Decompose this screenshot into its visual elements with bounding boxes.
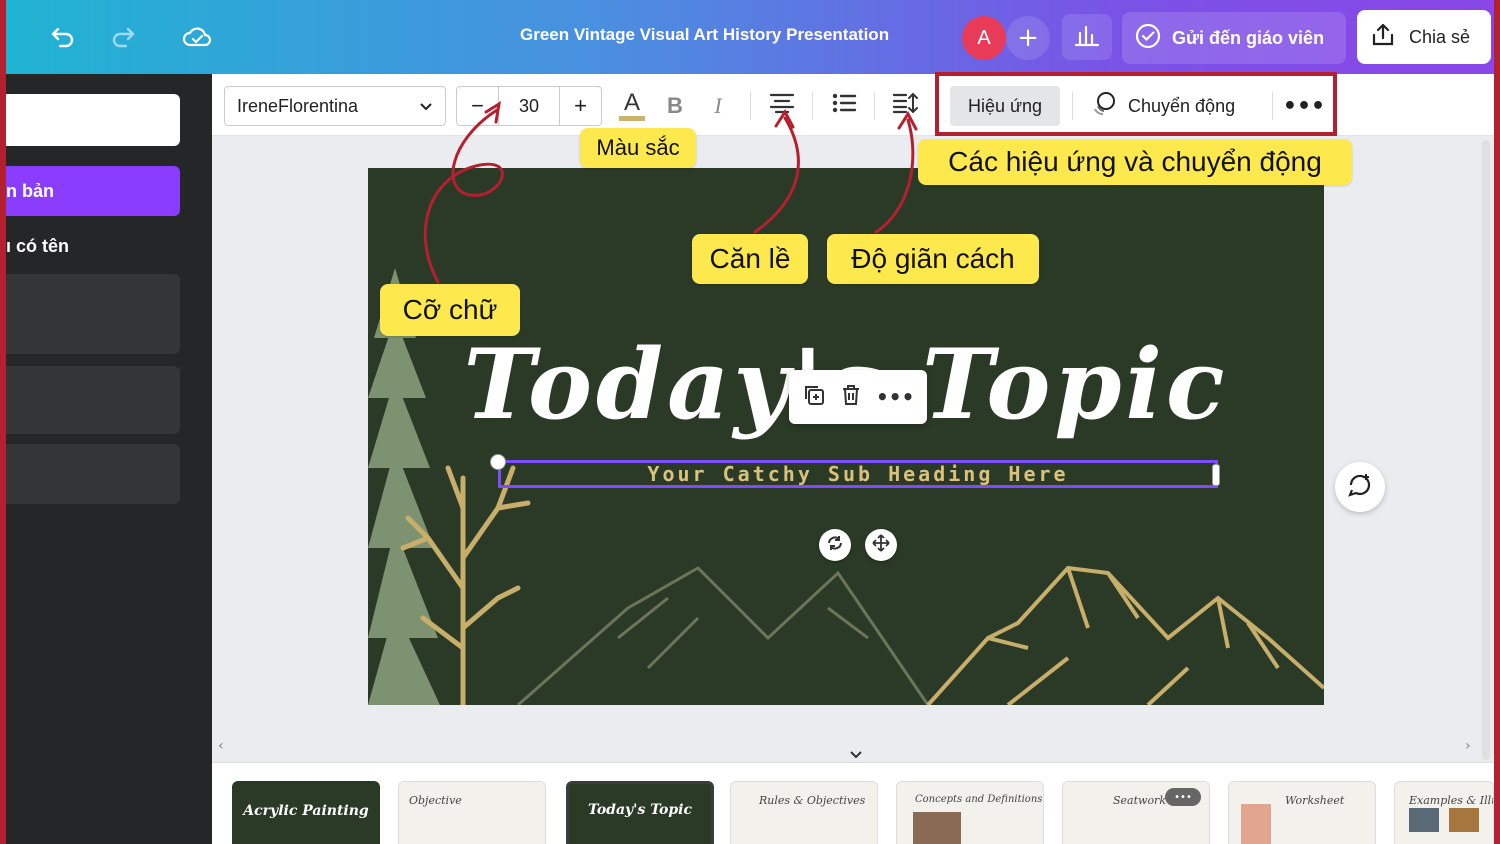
text-color-glyph: A [623, 88, 640, 116]
add-people-button[interactable]: + [1006, 16, 1050, 60]
annotation-color: Màu sắc [580, 128, 696, 168]
font-family-select[interactable]: IreneFlorentina [224, 86, 446, 126]
insights-button[interactable] [1062, 14, 1112, 60]
slide-thumbnail[interactable]: Acrylic Painting [232, 781, 380, 844]
annotation-spacing: Độ giãn cách [827, 234, 1039, 284]
font-size-increase-button[interactable]: + [559, 87, 601, 125]
thumbnail-title: Rules & Objectives [759, 794, 866, 807]
insights-icon [1074, 23, 1100, 51]
check-circle-icon [1134, 22, 1162, 55]
toolbar-divider [874, 92, 875, 120]
scrollbar[interactable] [1482, 140, 1490, 760]
frame-border-right [1494, 0, 1500, 844]
share-label: Chia sẻ [1409, 26, 1471, 47]
slide-thumbnail[interactable]: Concepts and Definitions [896, 781, 1044, 844]
slide-filmstrip: Acrylic Painting Objective Today's Topic… [212, 762, 1494, 844]
frame-border-left [0, 0, 6, 844]
bulleted-list-button[interactable] [826, 88, 862, 124]
slide-subheading[interactable]: Your Catchy Sub Heading Here [498, 462, 1218, 486]
chevron-down-icon [850, 744, 862, 763]
color-underline-swatch [619, 115, 645, 121]
annotation-font-size: Cỡ chữ [380, 284, 520, 336]
rotate-handle[interactable] [819, 529, 851, 561]
slide-thumbnail[interactable]: Rules & Objectives [730, 781, 878, 844]
text-color-button[interactable]: A [614, 88, 650, 124]
font-size-decrease-button[interactable]: − [457, 87, 499, 125]
toolbar-divider [812, 92, 813, 120]
list-icon [831, 92, 857, 120]
cloud-saved-icon[interactable] [180, 20, 214, 54]
panel-search-input[interactable] [6, 94, 180, 146]
thumbnail-photo [1449, 808, 1479, 832]
font-size-stepper[interactable]: − 30 + [456, 86, 602, 126]
annotation-effects-motion: Các hiệu ứng và chuyển động [918, 139, 1352, 185]
slide-thumbnail[interactable]: Objective [398, 781, 546, 844]
bold-button[interactable]: B [657, 88, 693, 124]
font-size-input[interactable]: 30 [499, 87, 559, 125]
slide-thumbnail[interactable]: Examples & Illust [1394, 781, 1494, 844]
share-upload-icon [1369, 21, 1397, 54]
scroll-left-arrow[interactable]: ‹ [218, 738, 224, 754]
add-comment-button[interactable] [1335, 462, 1385, 512]
thumbnail-title: Today's Topic [588, 802, 692, 818]
scroll-right-arrow[interactable]: › [1465, 738, 1471, 754]
thumbnail-title: Objective [409, 794, 462, 807]
align-center-icon [769, 92, 795, 120]
panel-card[interactable] [6, 444, 180, 504]
mountains-back-illustration [517, 566, 930, 705]
panel-primary-button[interactable]: n bản [6, 166, 180, 216]
document-title[interactable]: Green Vintage Visual Art History Present… [520, 25, 889, 45]
mountains-front-illustration [926, 565, 1324, 705]
element-context-menu: ••• [789, 370, 927, 424]
share-button[interactable]: Chia sẻ [1357, 10, 1491, 64]
resize-handle-left[interactable] [490, 454, 506, 470]
chevron-down-icon [419, 96, 433, 117]
thumbnail-title: Acrylic Painting [243, 803, 369, 819]
trash-icon[interactable] [839, 383, 863, 411]
italic-button[interactable]: I [700, 88, 736, 124]
move-icon [872, 534, 890, 556]
thumbnail-photo [913, 812, 961, 844]
panel-card[interactable] [6, 366, 180, 434]
rotate-icon [826, 534, 844, 556]
toolbar-divider [750, 92, 751, 120]
panel-section-label: ı có tên [6, 236, 70, 256]
left-side-panel: n bản ı có tên [6, 74, 212, 844]
effects-highlight-box [935, 72, 1337, 136]
send-to-teacher-button[interactable]: Gửi đến giáo viên [1122, 12, 1346, 64]
slide-thumbnail-selected[interactable]: Today's Topic [566, 781, 714, 844]
undo-icon[interactable] [46, 20, 80, 54]
filmstrip-toggle[interactable] [808, 742, 904, 764]
thumbnail-title: Worksheet [1285, 794, 1345, 807]
panel-card[interactable] [6, 274, 180, 354]
annotation-align: Căn lề [692, 234, 808, 284]
more-options-icon[interactable]: ••• [876, 385, 914, 409]
font-family-value: IreneFlorentina [237, 95, 359, 116]
avatar[interactable]: A [962, 16, 1006, 60]
thumbnail-photo [1409, 808, 1439, 832]
thumbnail-title: Seatwork [1113, 794, 1166, 807]
move-handle[interactable] [865, 529, 897, 561]
comment-plus-icon [1346, 471, 1374, 503]
slide-thumbnail[interactable]: Worksheet [1228, 781, 1376, 844]
thumbnail-title: Concepts and Definitions [915, 794, 1043, 805]
redo-icon[interactable] [106, 20, 140, 54]
line-spacing-icon [892, 91, 920, 121]
slide-thumbnail[interactable]: Seatwork ••• [1062, 781, 1210, 844]
align-center-button[interactable] [764, 88, 800, 124]
duplicate-icon[interactable] [802, 383, 826, 411]
top-bar: Green Vintage Visual Art History Present… [0, 0, 1500, 74]
spacing-button[interactable] [888, 88, 924, 124]
resize-handle-right[interactable] [1212, 464, 1220, 486]
thumbnail-more-button[interactable]: ••• [1165, 788, 1201, 806]
thumbnail-photo [1241, 804, 1271, 844]
thumbnail-title: Examples & Illust [1409, 794, 1493, 807]
send-to-teacher-label: Gửi đến giáo viên [1172, 27, 1325, 48]
